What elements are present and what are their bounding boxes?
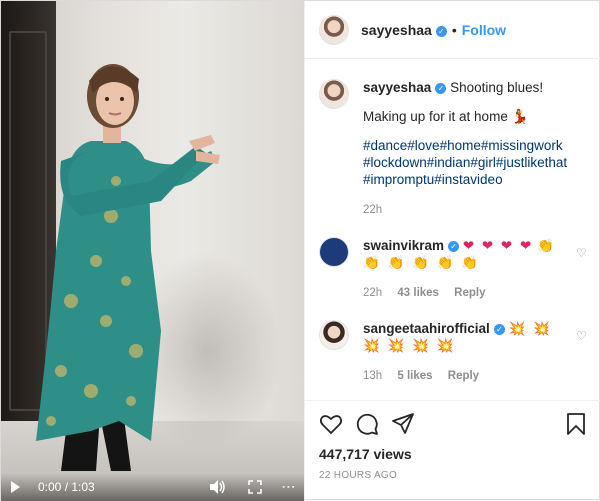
- comment-username[interactable]: swainvikram ✓: [363, 238, 460, 253]
- verified-badge-icon: ✓: [435, 25, 447, 37]
- video-timestamp: 0:00 / 1:03: [38, 480, 95, 494]
- view-count[interactable]: 447,717 views: [319, 446, 588, 462]
- avatar[interactable]: [319, 14, 349, 45]
- header-username[interactable]: sayyeshaa ✓: [361, 22, 447, 38]
- commenter-avatar[interactable]: [319, 237, 349, 267]
- comment-time: 22h: [363, 287, 383, 299]
- post-header: sayyeshaa ✓ • Follow: [305, 1, 600, 59]
- caption-line1: Shooting blues!: [450, 80, 544, 95]
- sparkle-emoji-icon: 💃: [511, 109, 529, 124]
- caption-hashtags[interactable]: #dance#love#home#missingwork#lockdown#in…: [363, 137, 570, 188]
- comment-likes[interactable]: 5 likes: [397, 370, 432, 382]
- comment-like-heart-icon[interactable]: ♡: [576, 330, 588, 342]
- follow-button[interactable]: Follow: [462, 22, 506, 38]
- post-actions: 447,717 views 22 HOURS AGO: [305, 400, 600, 501]
- comments-area[interactable]: sayyeshaa ✓ Shooting blues! Making up for…: [305, 60, 600, 400]
- comment-time: 13h: [363, 370, 383, 382]
- caption-line2: Making up for it at home 💃: [363, 109, 529, 124]
- share-icon[interactable]: [391, 412, 415, 436]
- instagram-post-modal: 0:00 / 1:03 ⋮ sayyeshaa ✓ • Follow sayye…: [0, 0, 600, 501]
- comment-item: sangeetaahirofficial ✓ 💥 💥 💥 💥 💥 💥 13h 5 …: [319, 320, 588, 385]
- comment-reply-button[interactable]: Reply: [448, 370, 479, 382]
- play-icon[interactable]: [11, 481, 20, 493]
- comment-like-heart-icon[interactable]: ♡: [576, 247, 588, 259]
- fullscreen-icon[interactable]: [248, 480, 262, 494]
- bookmark-icon[interactable]: [564, 412, 588, 436]
- volume-icon[interactable]: [210, 480, 226, 494]
- comment-icon[interactable]: [355, 412, 379, 436]
- video-player[interactable]: 0:00 / 1:03 ⋮: [1, 1, 304, 501]
- caption-avatar[interactable]: [319, 79, 349, 109]
- more-options-icon[interactable]: ⋮: [281, 480, 297, 495]
- comment-hearts: ❤ ❤ ❤ ❤: [462, 238, 534, 253]
- verified-badge-icon: ✓: [493, 324, 505, 335]
- dancer-figure: [36, 64, 220, 471]
- comment-reply-button[interactable]: Reply: [454, 287, 485, 299]
- post-details-panel: sayyeshaa ✓ • Follow sayyeshaa ✓ Shooting …: [304, 1, 600, 501]
- caption-username[interactable]: sayyeshaa ✓: [363, 80, 447, 95]
- comment-username[interactable]: sangeetaahirofficial ✓: [363, 321, 505, 336]
- verified-badge-icon: ✓: [448, 241, 460, 252]
- commenter-avatar[interactable]: [319, 320, 349, 350]
- comment-item: swainvikram ✓ ❤ ❤ ❤ ❤ 👏 👏 👏 👏 👏 👏 22h 43 …: [319, 237, 588, 302]
- separator-dot: •: [451, 21, 457, 38]
- heart-icon[interactable]: [319, 412, 343, 436]
- comment-likes[interactable]: 43 likes: [397, 287, 439, 299]
- caption-block: sayyeshaa ✓ Shooting blues! Making up for…: [319, 79, 588, 219]
- post-timestamp[interactable]: 22 HOURS AGO: [319, 470, 588, 481]
- caption-time: 22h: [363, 204, 383, 216]
- verified-badge-icon: ✓: [435, 83, 447, 94]
- video-controls: 0:00 / 1:03 ⋮: [1, 473, 304, 501]
- caption-meta: 22h: [363, 202, 570, 219]
